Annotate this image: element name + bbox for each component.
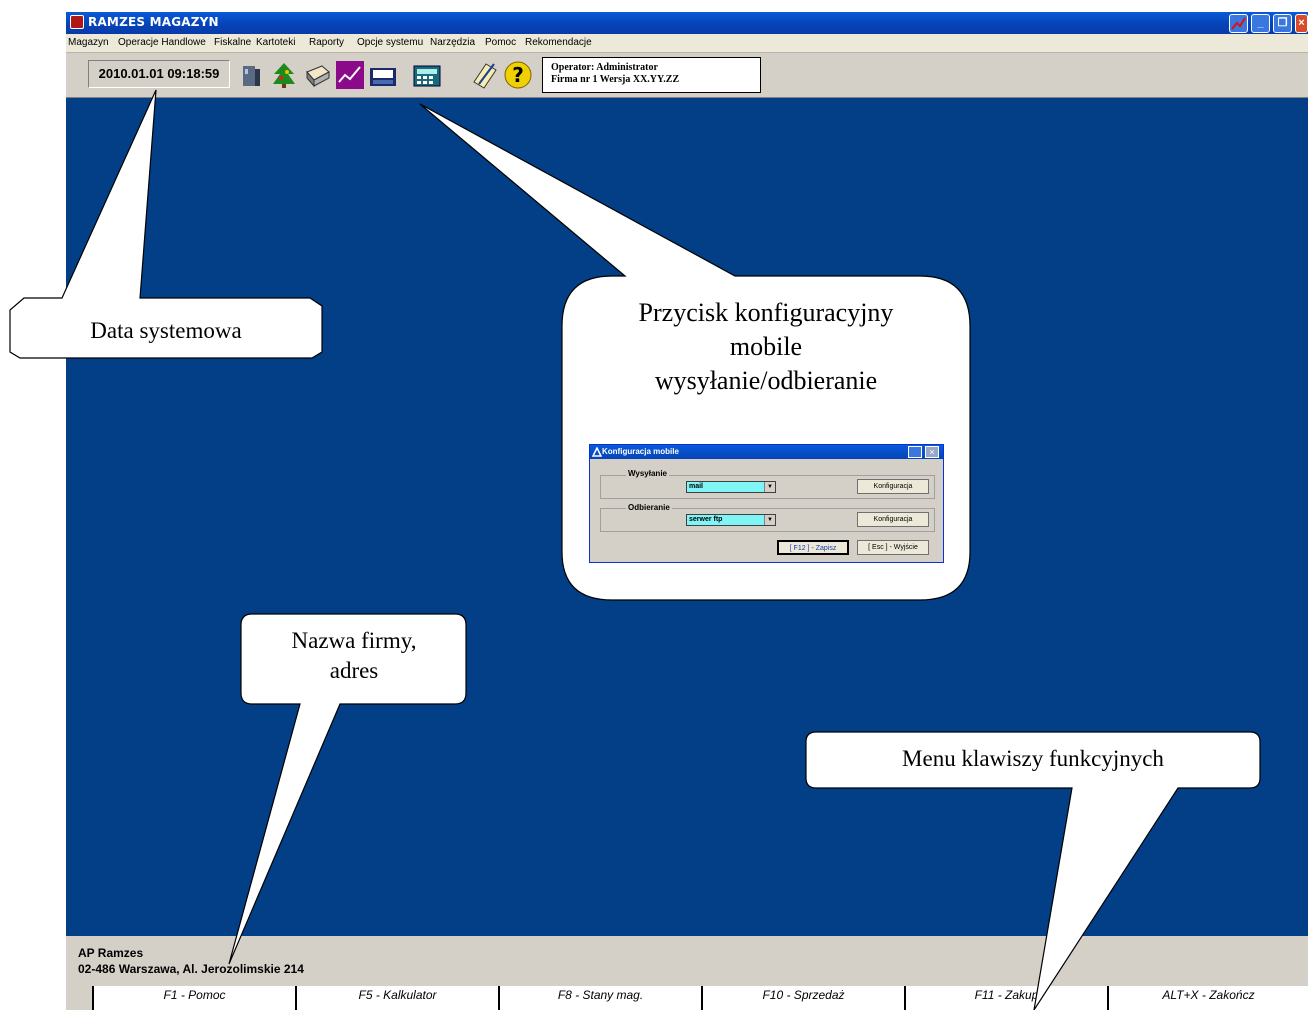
chevron-down-icon[interactable]: ▼ xyxy=(764,482,775,492)
callout-fkeys-text: Menu klawiszy funkcyjnych xyxy=(902,746,1164,771)
callout-company-line-2: adres xyxy=(329,658,379,683)
receive-label: Odbieranie xyxy=(626,503,672,512)
chevron-down-icon[interactable]: ▼ xyxy=(764,515,775,525)
save-button[interactable]: [ F12 ] - Zapisz xyxy=(777,540,849,555)
callout-config-line-1: Przycisk konfiguracyjny xyxy=(638,298,894,327)
receive-value: serwer ftp xyxy=(689,516,723,523)
dialog-title: Konfiguracja mobile xyxy=(590,445,943,459)
callout-company-line-1: Nazwa firmy, xyxy=(291,628,417,653)
receive-select[interactable]: serwer ftp ▼ xyxy=(686,514,776,526)
receive-config-button[interactable]: Konfiguracja xyxy=(857,512,929,527)
dialog-close-button[interactable]: × xyxy=(925,446,939,458)
callout-date-text: Data systemowa xyxy=(90,318,242,343)
send-label: Wysyłanie xyxy=(626,469,669,478)
callout-config-text: Przycisk konfiguracyjny mobile wysyłanie… xyxy=(566,296,966,398)
callout-config-line-2: mobile xyxy=(729,332,803,361)
exit-button[interactable]: [ Esc ] - Wyjście xyxy=(857,540,929,555)
callout-config-line-3: wysyłanie/odbieranie xyxy=(654,366,878,395)
dialog-chart-button[interactable] xyxy=(908,446,922,458)
callout-company-text: Nazwa firmy, adres xyxy=(244,626,464,686)
send-select[interactable]: mail ▼ xyxy=(686,481,776,493)
callout-fkeys-shape xyxy=(805,731,1261,1010)
dialog-app-icon xyxy=(592,447,602,457)
send-value: mail xyxy=(689,483,704,490)
send-config-button[interactable]: Konfiguracja xyxy=(857,479,929,494)
config-mobile-dialog: Konfiguracja mobile × Wysyłanie mail ▼ Ko… xyxy=(589,444,944,563)
